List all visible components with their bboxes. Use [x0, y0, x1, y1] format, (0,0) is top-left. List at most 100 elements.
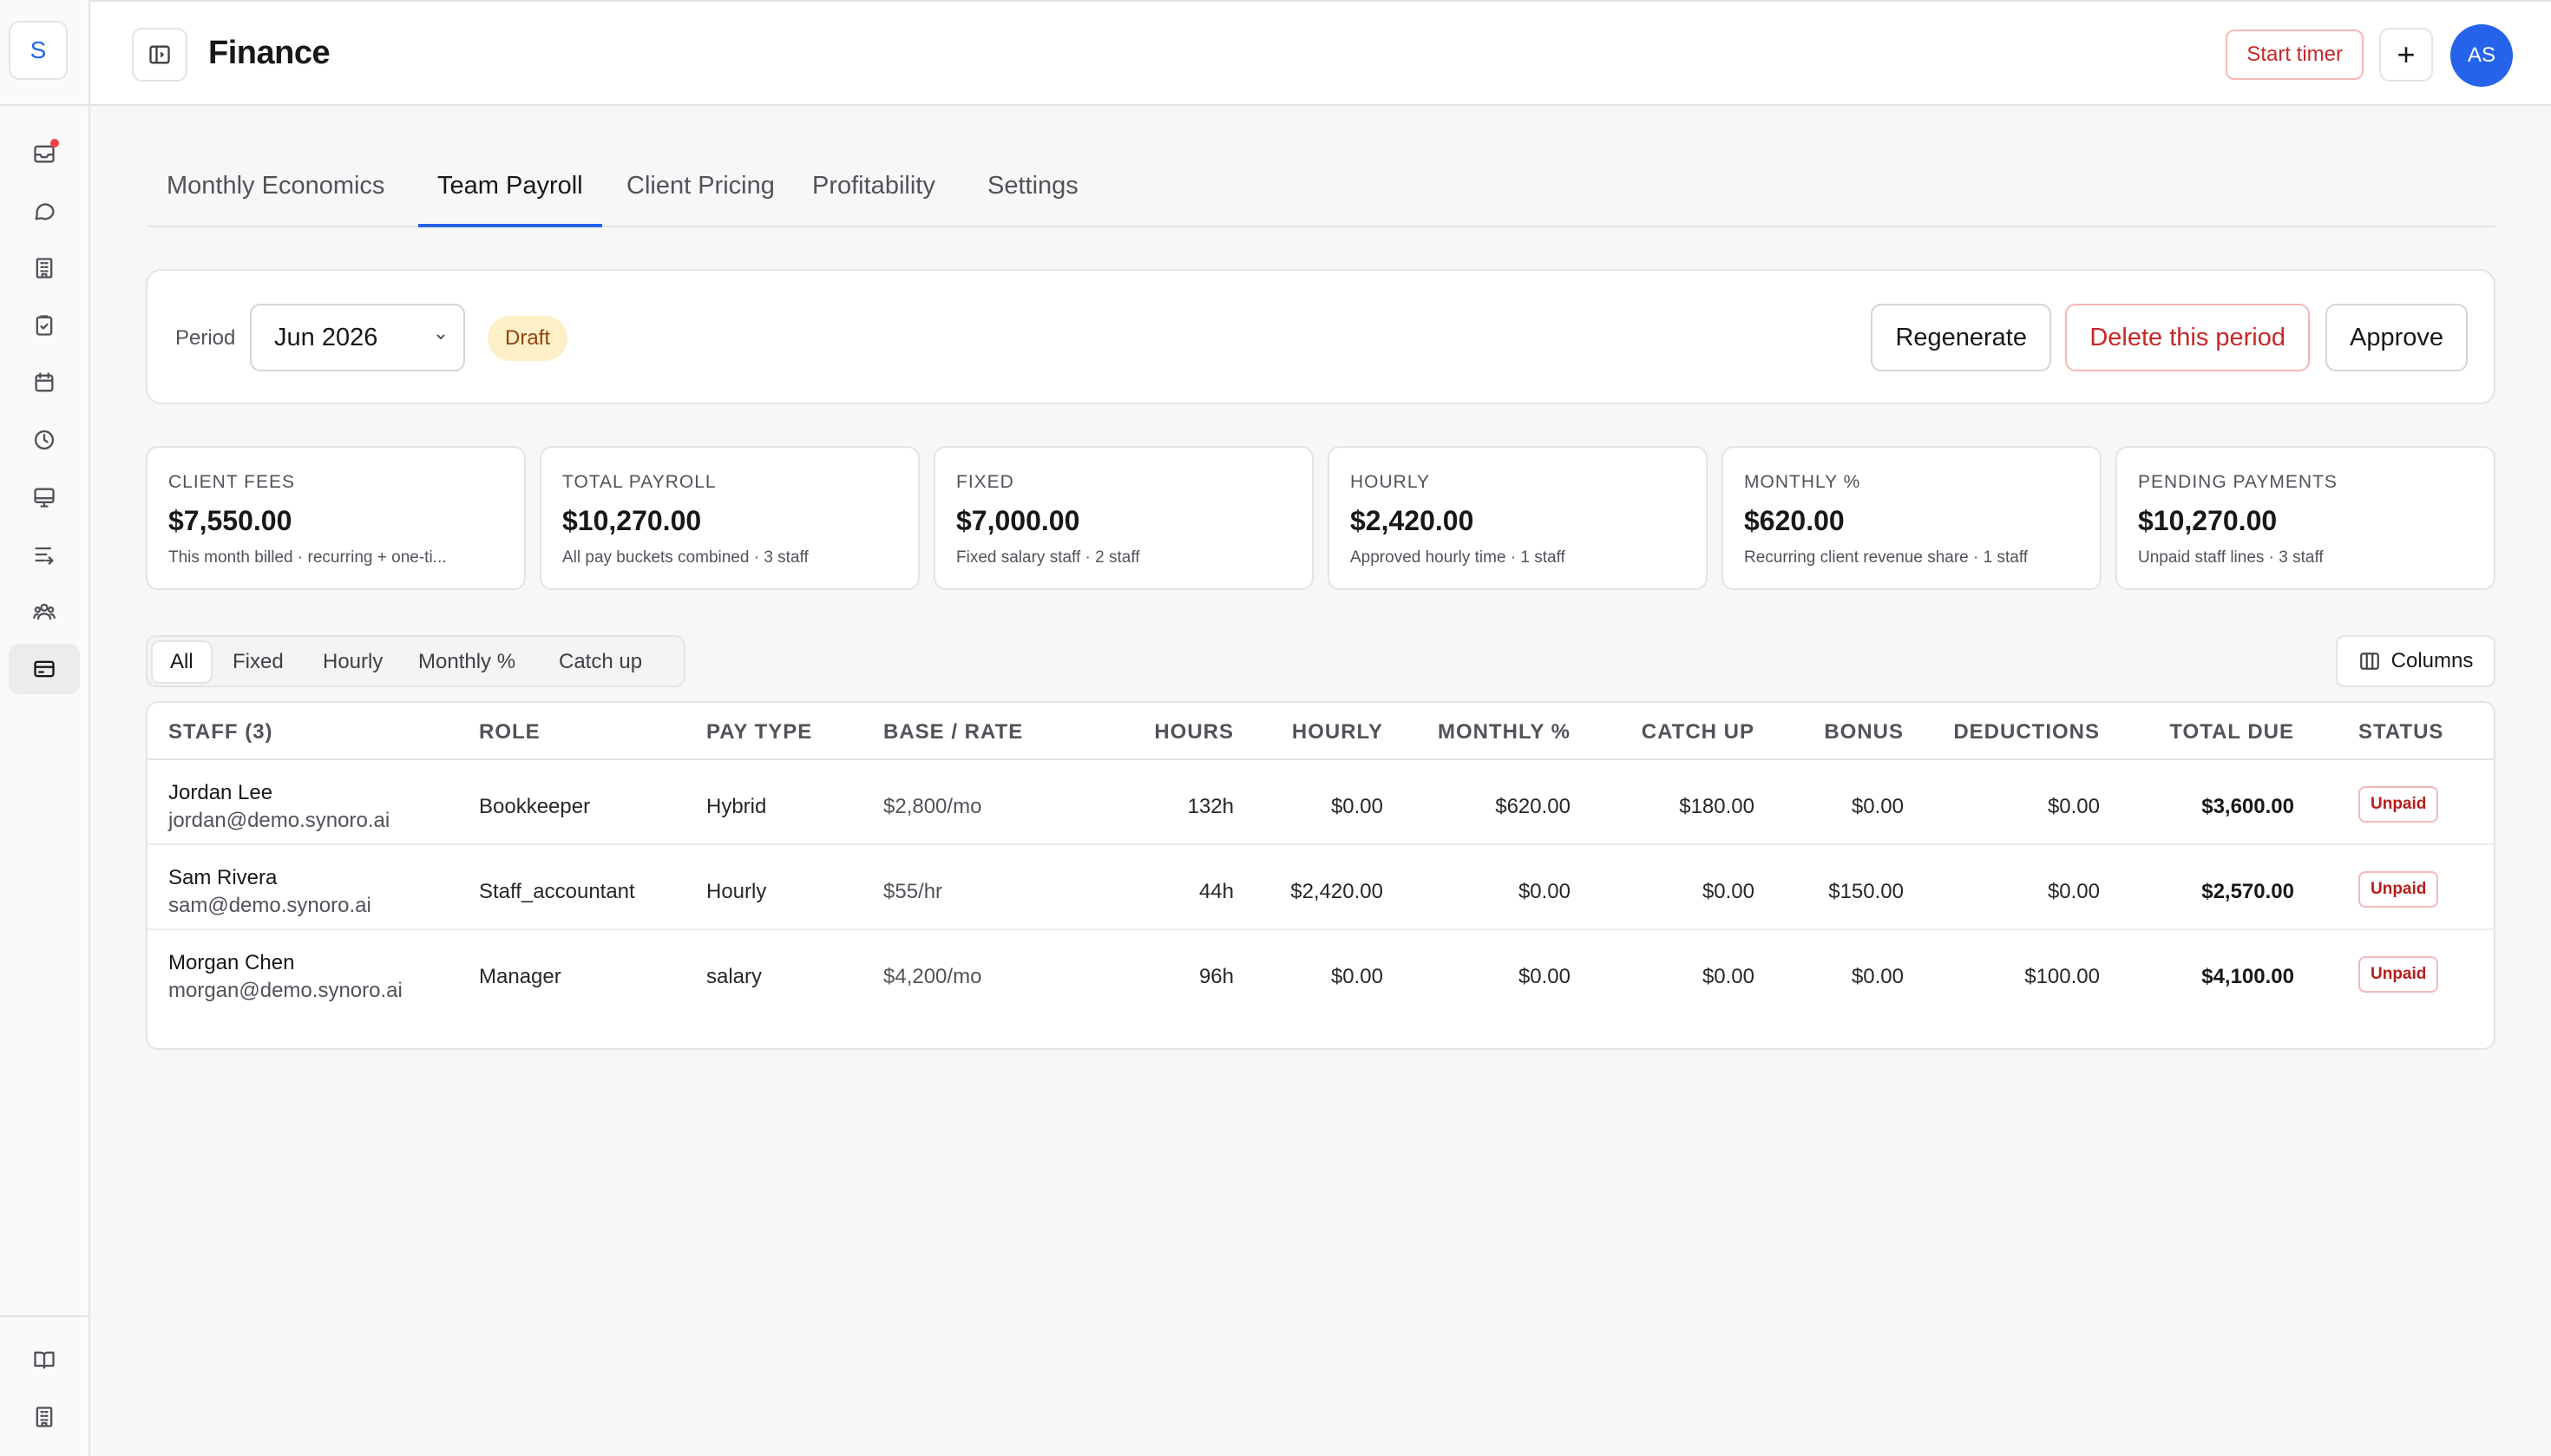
stat-card-pending-payments: PENDING PAYMENTS $10,270.00 Unpaid staff…	[2115, 446, 2495, 590]
table-row[interactable]: Jordan Lee jordan@demo.synoro.ai Bookkee…	[148, 760, 2494, 845]
staff-email: morgan@demo.synoro.ai	[168, 979, 403, 1002]
stat-subtext: Fixed salary staff · 2 staff	[956, 548, 1140, 567]
column-header-hours[interactable]: HOURS	[1154, 720, 1234, 744]
period-select[interactable]: Jun 2026	[250, 304, 465, 371]
column-header-base-rate[interactable]: BASE / RATE	[883, 720, 1023, 744]
sidebar-item-time[interactable]	[9, 415, 80, 465]
stat-label: CLIENT FEES	[168, 472, 295, 492]
stat-card-monthly-pct: MONTHLY % $620.00 Recurring client reven…	[1721, 446, 2102, 590]
column-header-role[interactable]: ROLE	[479, 720, 541, 744]
sidebar-divider-bottom	[0, 1315, 90, 1317]
staff-email: jordan@demo.synoro.ai	[168, 809, 390, 832]
column-header-staff[interactable]: STAFF (3)	[168, 720, 273, 744]
sidebar-item-inbox[interactable]	[9, 128, 80, 179]
filter-all[interactable]: All	[151, 640, 213, 684]
panel-toggle-icon	[149, 45, 170, 64]
role-cell: Staff_accountant	[479, 880, 635, 903]
sidebar-item-finance[interactable]	[9, 644, 80, 694]
tab-monthly-economics[interactable]: Monthly Economics	[148, 172, 403, 227]
tab-team-payroll[interactable]: Team Payroll	[418, 172, 602, 227]
top-header: Finance Start timer + AS	[90, 0, 2551, 106]
columns-button[interactable]: Columns	[2336, 635, 2495, 687]
deductions-cell: $0.00	[2047, 795, 2100, 818]
period-status-badge: Draft	[488, 316, 568, 361]
sidebar-item-workflows[interactable]	[9, 529, 80, 580]
monthly-pct-cell: $620.00	[1495, 795, 1571, 818]
total-due-cell: $4,100.00	[2201, 965, 2294, 988]
sidebar-item-team[interactable]	[9, 587, 80, 637]
stat-label: MONTHLY %	[1744, 472, 1861, 492]
sidebar-item-chat[interactable]	[9, 186, 80, 236]
regenerate-button[interactable]: Regenerate	[1871, 304, 2051, 371]
credit-card-icon	[34, 660, 55, 678]
stat-card-hourly: HOURLY $2,420.00 Approved hourly time · …	[1328, 446, 1708, 590]
column-header-bonus[interactable]: BONUS	[1824, 720, 1904, 744]
monthly-pct-cell: $0.00	[1518, 965, 1571, 988]
sidebar-item-clients[interactable]	[9, 243, 80, 293]
add-button[interactable]: +	[2379, 28, 2433, 82]
filter-hourly[interactable]: Hourly	[305, 640, 400, 684]
role-cell: Manager	[479, 965, 561, 988]
role-cell: Bookkeeper	[479, 795, 591, 818]
catch-up-cell: $0.00	[1702, 965, 1754, 988]
column-header-monthly-pct[interactable]: MONTHLY %	[1438, 720, 1571, 744]
monitor-icon	[34, 488, 55, 508]
table-row[interactable]: Morgan Chen morgan@demo.synoro.ai Manage…	[148, 930, 2494, 1015]
tab-profitability[interactable]: Profitability	[793, 172, 954, 227]
filter-monthly-pct[interactable]: Monthly %	[401, 640, 533, 684]
stat-label: HOURLY	[1350, 472, 1430, 492]
clock-icon	[34, 430, 55, 450]
chat-icon	[35, 203, 55, 220]
workspace-logo-button[interactable]: S	[9, 21, 68, 80]
sidebar-item-tasks[interactable]	[9, 300, 80, 351]
sidebar-item-docs[interactable]	[9, 1335, 80, 1385]
stat-value: $7,550.00	[168, 505, 292, 536]
sidebar-item-organization[interactable]	[9, 1392, 80, 1442]
stat-card-client-fees: CLIENT FEES $7,550.00 This month billed …	[146, 446, 526, 590]
approve-button[interactable]: Approve	[2325, 304, 2468, 371]
filter-fixed[interactable]: Fixed	[215, 640, 301, 684]
hourly-cell: $2,420.00	[1290, 880, 1383, 903]
column-header-status[interactable]: STATUS	[2358, 720, 2443, 744]
column-header-hourly[interactable]: HOURLY	[1292, 720, 1383, 744]
table-row[interactable]: Sam Rivera sam@demo.synoro.ai Staff_acco…	[148, 845, 2494, 930]
stat-label: PENDING PAYMENTS	[2138, 472, 2338, 492]
tab-client-pricing[interactable]: Client Pricing	[607, 172, 794, 227]
catch-up-cell: $180.00	[1679, 795, 1754, 818]
stat-label: FIXED	[956, 472, 1014, 492]
hourly-cell: $0.00	[1330, 965, 1383, 988]
column-header-catch-up[interactable]: CATCH UP	[1642, 720, 1754, 744]
building-icon	[36, 258, 53, 279]
hours-cell: 96h	[1198, 965, 1234, 988]
period-selected-value: Jun 2026	[274, 323, 378, 351]
page-title: Finance	[208, 35, 331, 71]
finance-tabs: Monthly Economics Team Payroll Client Pr…	[148, 158, 2495, 227]
avatar-initials: AS	[2467, 43, 2495, 67]
sidebar-item-portal[interactable]	[9, 472, 80, 522]
stat-value: $2,420.00	[1350, 505, 1474, 536]
sidebar-item-calendar[interactable]	[9, 357, 80, 408]
user-avatar[interactable]: AS	[2450, 24, 2513, 87]
staff-name: Morgan Chen	[168, 951, 295, 974]
delete-period-button[interactable]: Delete this period	[2065, 304, 2310, 371]
total-due-cell: $3,600.00	[2201, 795, 2294, 818]
column-header-deductions[interactable]: DEDUCTIONS	[1953, 720, 2100, 744]
notification-dot	[50, 139, 59, 148]
sidebar-toggle-button[interactable]	[132, 28, 187, 82]
pay-type-cell: Hourly	[706, 880, 767, 903]
total-due-cell: $2,570.00	[2201, 880, 2294, 903]
filter-catch-up[interactable]: Catch up	[541, 640, 659, 684]
start-timer-button[interactable]: Start timer	[2226, 30, 2364, 80]
catch-up-cell: $0.00	[1702, 880, 1754, 903]
status-badge: Unpaid	[2358, 871, 2439, 908]
column-header-total-due[interactable]: TOTAL DUE	[2169, 720, 2294, 744]
period-toolbar: Period Jun 2026 Draft Regenerate Delete …	[146, 269, 2495, 404]
bonus-cell: $0.00	[1851, 965, 1904, 988]
tab-settings[interactable]: Settings	[968, 172, 1098, 227]
stat-value: $10,270.00	[562, 505, 702, 536]
stat-value: $10,270.00	[2138, 505, 2278, 536]
column-header-pay-type[interactable]: PAY TYPE	[706, 720, 812, 744]
deductions-cell: $100.00	[2024, 965, 2100, 988]
staff-email: sam@demo.synoro.ai	[168, 894, 371, 917]
calendar-icon	[35, 372, 54, 392]
